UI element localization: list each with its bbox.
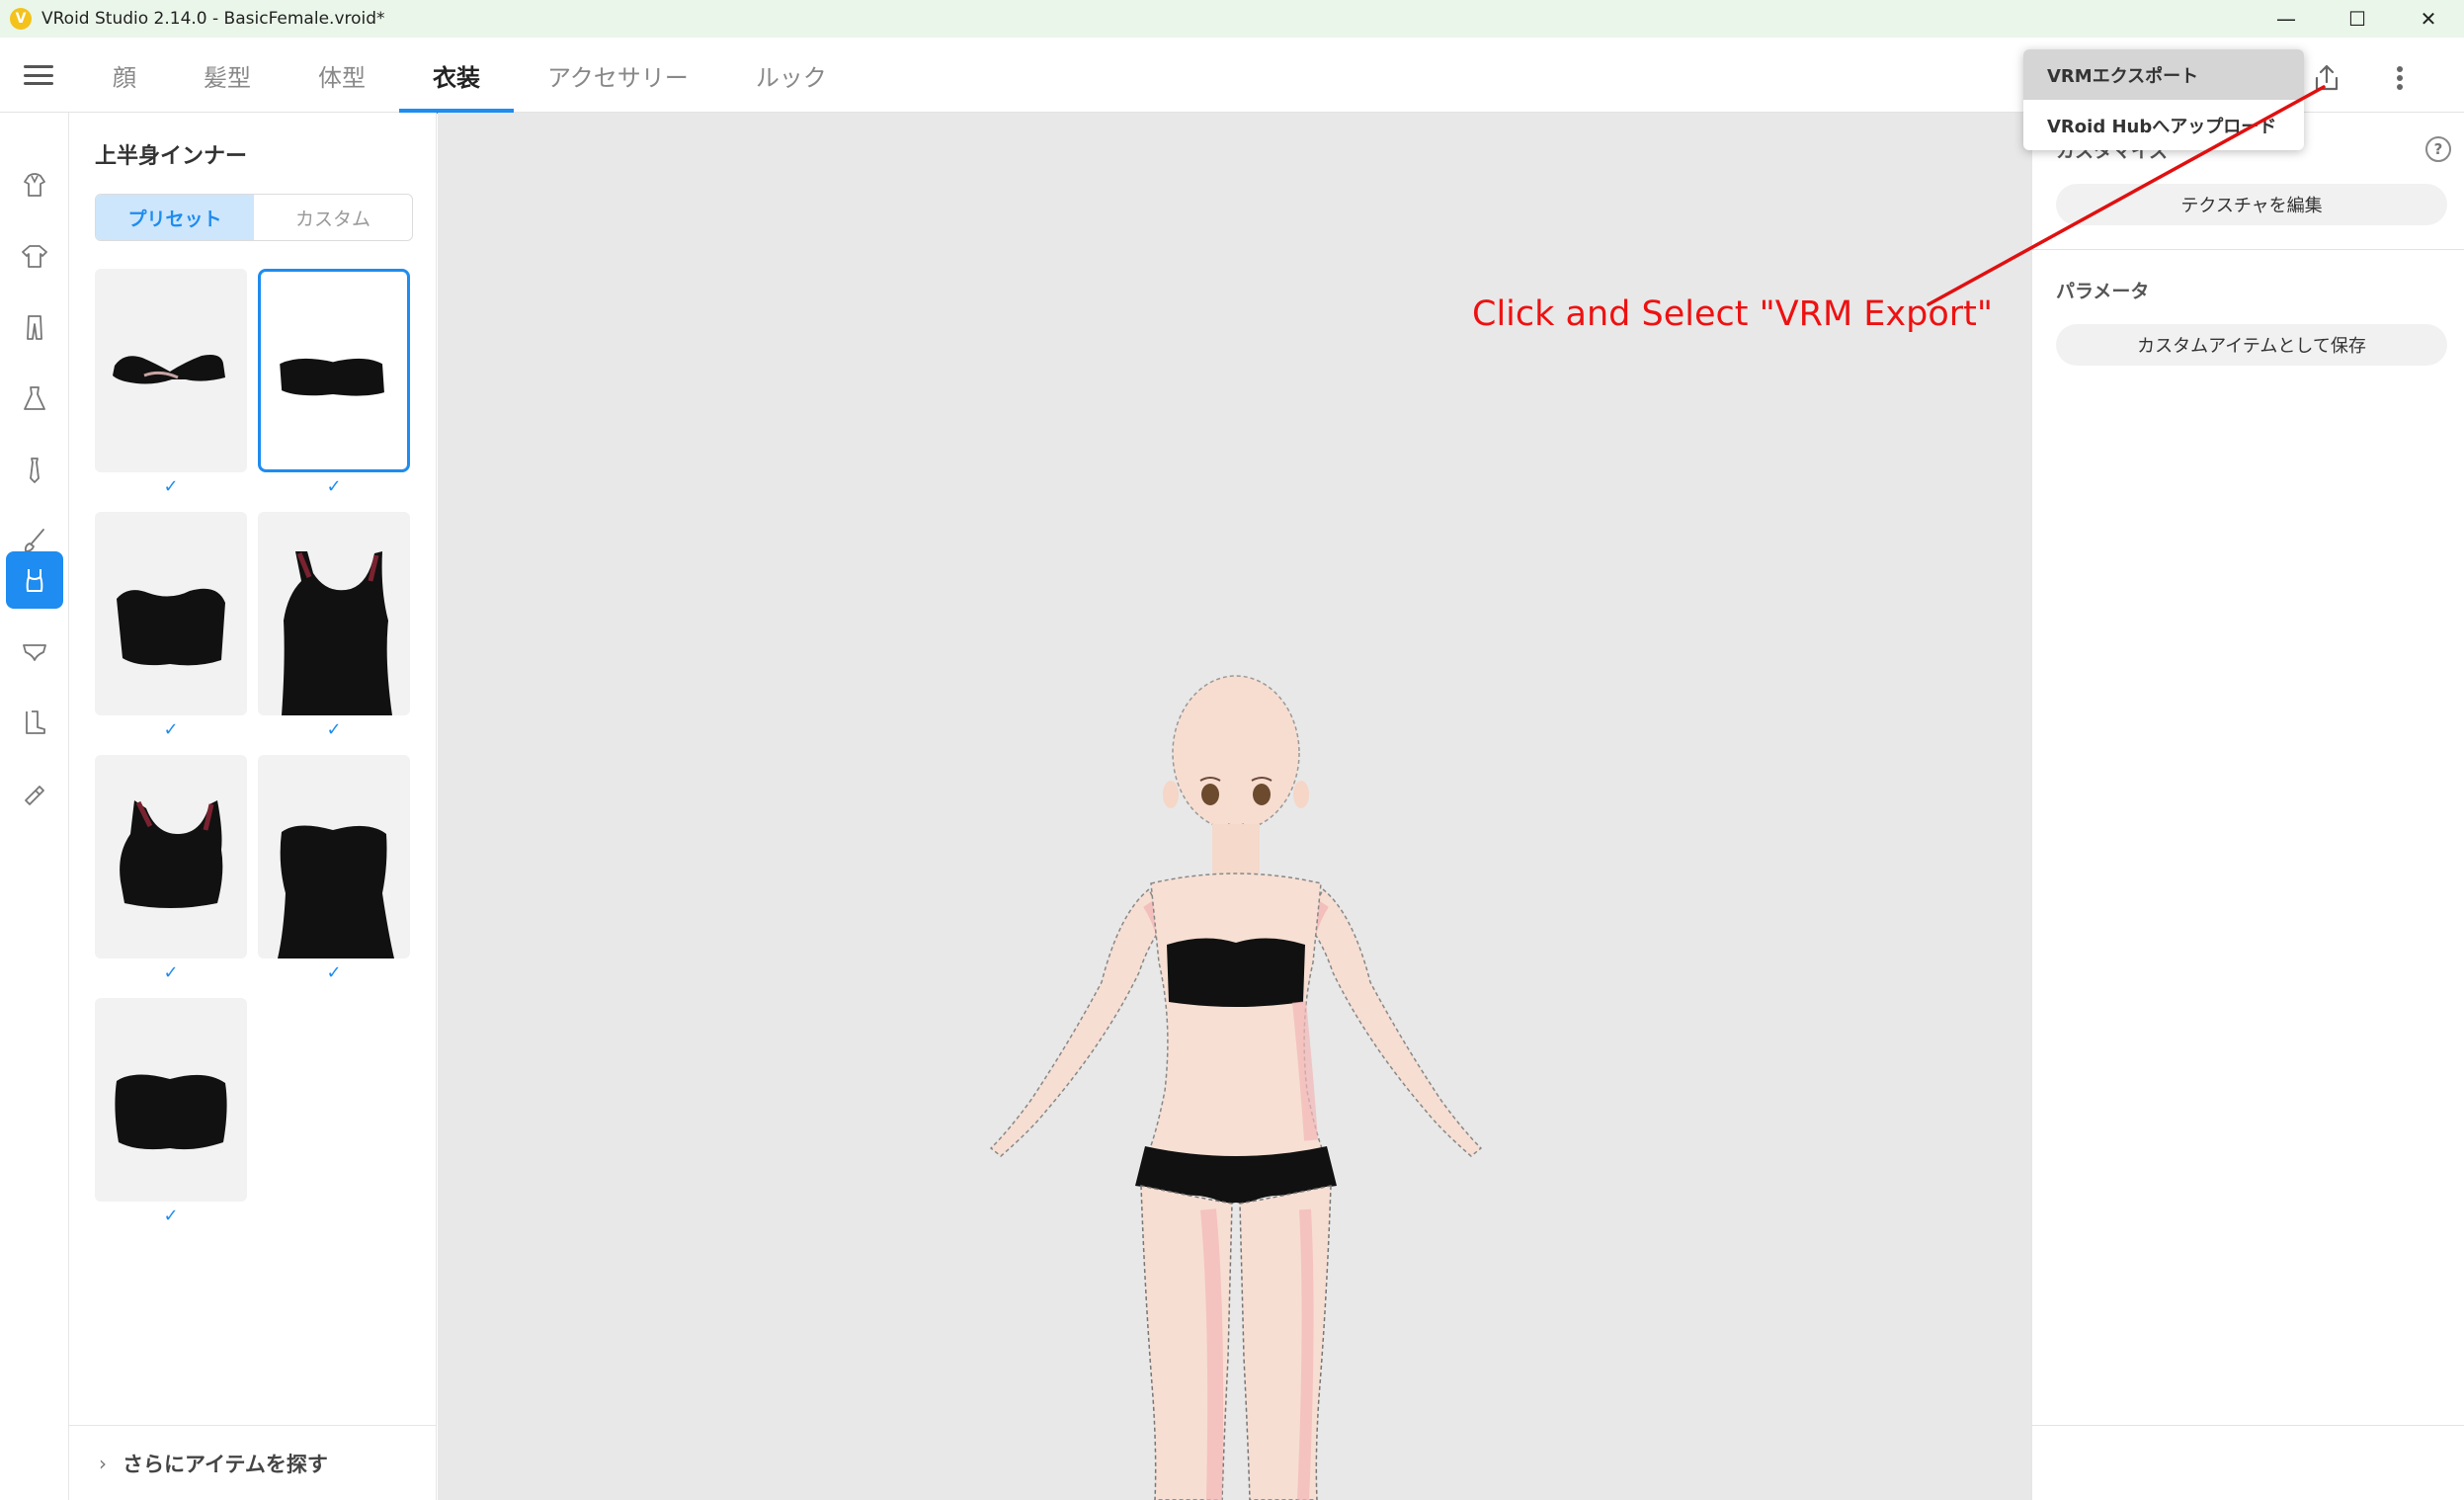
close-button[interactable]: ✕: [2393, 0, 2464, 38]
close-icon: ✕: [2420, 7, 2437, 31]
preset-tab[interactable]: プリセット: [96, 195, 254, 240]
divider: [2032, 1425, 2464, 1426]
find-more-items-button[interactable]: › さらにアイテムを探す: [69, 1425, 437, 1500]
item-card-tube-top[interactable]: [95, 512, 247, 715]
tab-face[interactable]: 顔: [79, 38, 170, 113]
inner-bottom-icon[interactable]: [6, 623, 63, 680]
item-card-tube-dress[interactable]: [258, 755, 410, 958]
preset-custom-toggle: プリセット カスタム: [95, 194, 413, 241]
save-custom-item-button[interactable]: カスタムアイテムとして保存: [2056, 324, 2447, 366]
menu-icon[interactable]: [24, 61, 53, 89]
pants-icon[interactable]: [6, 298, 63, 356]
item-check: ✓: [163, 476, 179, 497]
tab-label: 体型: [318, 63, 366, 92]
item-card-sports-top[interactable]: [95, 755, 247, 958]
item-check: ✓: [326, 962, 342, 983]
maximize-button[interactable]: ☐: [2322, 0, 2393, 38]
panel-title: 上半身インナー: [95, 144, 248, 169]
category-icon-bar: [0, 113, 69, 1500]
instruction-annotation: Click and Select "VRM Export": [1472, 294, 1993, 334]
help-icon[interactable]: ?: [2425, 136, 2451, 162]
help-glyph: ?: [2433, 140, 2443, 158]
title-bar: V VRoid Studio 2.14.0 - BasicFemale.vroi…: [0, 0, 2464, 38]
tab-body[interactable]: 体型: [285, 38, 399, 113]
logo-glyph: V: [15, 11, 27, 27]
item-check: ✓: [326, 719, 342, 740]
tab-label: ルック: [755, 63, 827, 92]
tab-hair[interactable]: 髪型: [170, 38, 285, 113]
item-card-bandeau-selected[interactable]: [258, 269, 410, 472]
item-card-tank-top[interactable]: [258, 512, 410, 715]
parameters-section-title: パラメータ: [2056, 281, 2150, 302]
dress-icon[interactable]: [6, 370, 63, 427]
edit-texture-button[interactable]: テクスチャを編集: [2056, 184, 2447, 225]
item-check: ✓: [163, 962, 179, 983]
tab-accessory[interactable]: アクセサリー: [514, 38, 722, 113]
export-icon[interactable]: [2310, 61, 2343, 95]
inner-top-icon[interactable]: [6, 551, 63, 609]
minimize-icon: —: [2276, 7, 2296, 31]
vrm-export-menu-item[interactable]: VRMエクスポート: [2023, 49, 2304, 100]
item-check: ✓: [163, 1206, 179, 1226]
item-check: ✓: [163, 719, 179, 740]
vroid-hub-upload-menu-item[interactable]: VRoid Hubへアップロード: [2023, 100, 2304, 150]
item-check: ✓: [326, 476, 342, 497]
divider: [2032, 249, 2464, 250]
tab-label: 顔: [113, 63, 136, 92]
item-panel: 上半身インナー プリセット カスタム ✓ ✓ ✓ ✓ ✓ ✓ ✓ › さらにアイ…: [69, 113, 437, 1500]
shirt-icon[interactable]: [6, 227, 63, 285]
window-title: VRoid Studio 2.14.0 - BasicFemale.vroid*: [41, 9, 385, 29]
export-menu: VRMエクスポート VRoid Hubへアップロード: [2023, 49, 2304, 150]
vroid-logo-icon: V: [10, 8, 32, 30]
more-vertical-icon[interactable]: [2383, 61, 2417, 95]
item-card-wide-tube[interactable]: [95, 998, 247, 1202]
tab-label: アクセサリー: [547, 63, 689, 92]
chevron-right-icon: ›: [99, 1451, 107, 1475]
minimize-button[interactable]: —: [2251, 0, 2322, 38]
tab-label: 髪型: [204, 63, 251, 92]
app-window: V VRoid Studio 2.14.0 - BasicFemale.vroi…: [0, 0, 2464, 1500]
hood-icon[interactable]: [6, 156, 63, 213]
properties-panel: カスタマイズ ? テクスチャを編集 パラメータ カスタムアイテムとして保存: [2031, 113, 2464, 1500]
boots-icon[interactable]: [6, 694, 63, 751]
maximize-icon: ☐: [2348, 7, 2366, 31]
tab-look[interactable]: ルック: [722, 38, 861, 113]
accessory-icon[interactable]: [6, 765, 63, 822]
tab-label: 衣装: [433, 63, 480, 92]
tie-icon[interactable]: [6, 441, 63, 498]
custom-tab[interactable]: カスタム: [254, 195, 412, 240]
category-tabs: 顔 髪型 体型 衣装 アクセサリー ルック: [79, 38, 861, 114]
window-controls: — ☐ ✕: [2251, 0, 2464, 38]
find-more-label: さらにアイテムを探す: [123, 1452, 328, 1476]
tab-outfit[interactable]: 衣装: [399, 38, 514, 114]
item-card-bandeau-strappy[interactable]: [95, 269, 247, 472]
